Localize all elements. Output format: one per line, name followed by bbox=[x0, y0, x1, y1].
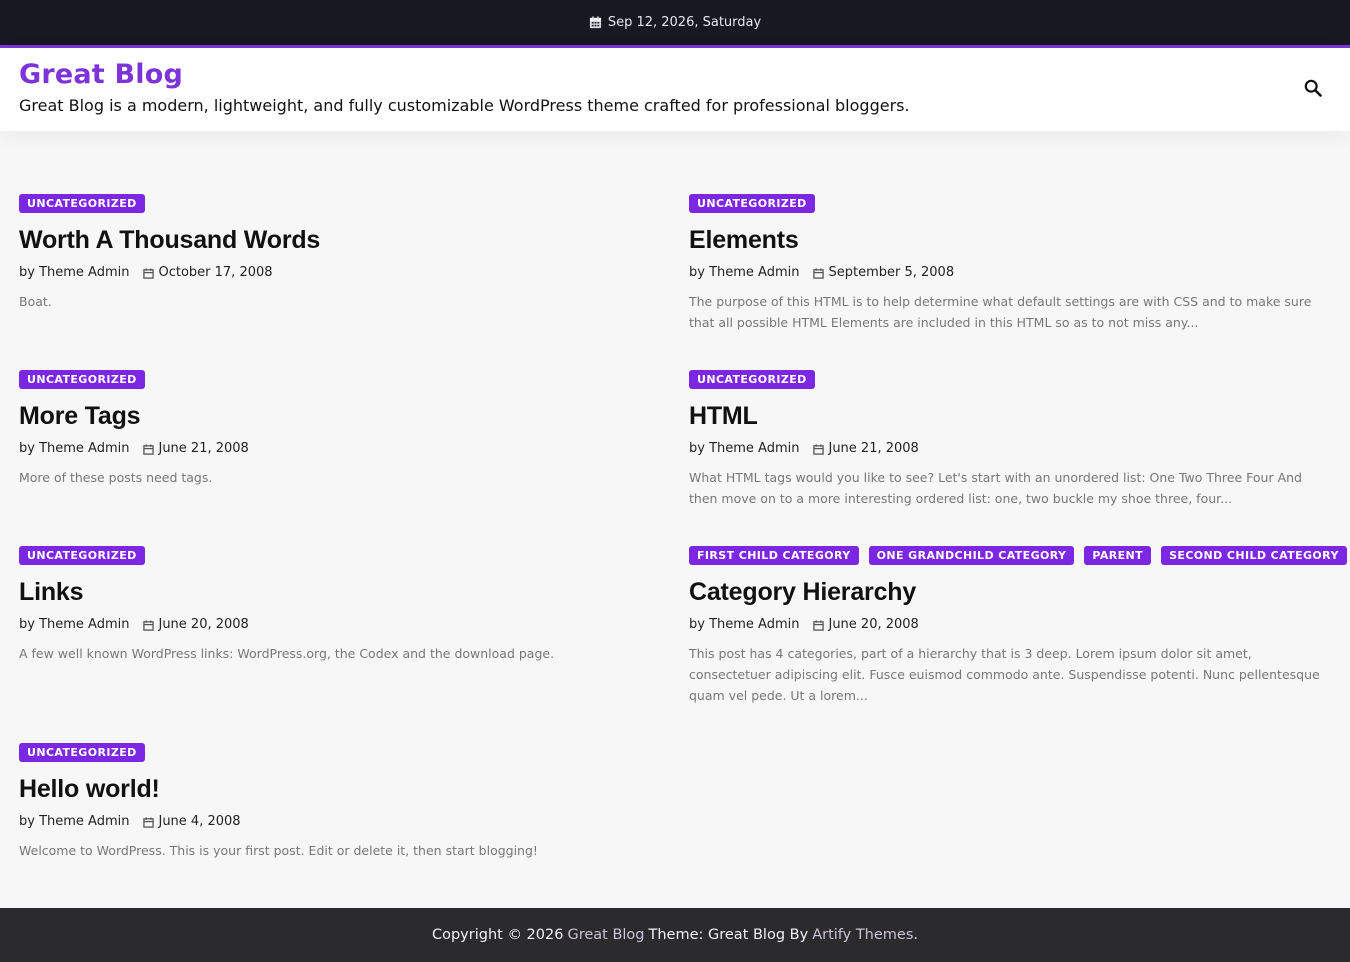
post-author-link[interactable]: by Theme Admin bbox=[19, 265, 129, 281]
post-author-link[interactable]: by Theme Admin bbox=[689, 265, 799, 281]
post-categories: UNCATEGORIZED bbox=[19, 370, 664, 390]
post-excerpt: Boat. bbox=[19, 294, 52, 309]
post-card: UNCATEGORIZED Worth A Thousand Words by Th… bbox=[19, 194, 664, 312]
category-badge[interactable]: UNCATEGORIZED bbox=[689, 194, 815, 213]
search-button[interactable] bbox=[1302, 79, 1324, 101]
category-badge[interactable]: UNCATEGORIZED bbox=[19, 546, 145, 565]
post-title-link[interactable]: More Tags bbox=[19, 401, 664, 431]
post-card: UNCATEGORIZED More Tags by Theme Admin June… bbox=[19, 370, 664, 488]
category-badge[interactable]: UNCATEGORIZED bbox=[19, 370, 145, 389]
post-title-link[interactable]: Worth A Thousand Words bbox=[19, 225, 664, 255]
footer-period: . bbox=[913, 927, 918, 943]
post-author-link[interactable]: by Theme Admin bbox=[689, 441, 799, 457]
post-card: UNCATEGORIZED Links by Theme Admin June 20,… bbox=[19, 546, 664, 664]
calendar-icon bbox=[143, 267, 155, 279]
footer-site-link[interactable]: Great Blog bbox=[567, 927, 644, 943]
calendar-icon bbox=[589, 16, 602, 29]
calendar-icon bbox=[813, 443, 825, 455]
category-badge[interactable]: FIRST CHILD CATEGORY bbox=[689, 546, 859, 565]
post-excerpt: Welcome to WordPress. This is your first… bbox=[19, 843, 538, 858]
post-meta: by Theme Admin June 20, 2008 bbox=[689, 617, 1334, 633]
copyright-text: Copyright © 2026 bbox=[431, 927, 564, 943]
post-date-link[interactable]: June 20, 2008 bbox=[828, 617, 918, 633]
post-author-link[interactable]: by Theme Admin bbox=[19, 814, 129, 830]
post-card: UNCATEGORIZED Hello world! by Theme Admin J… bbox=[19, 743, 664, 861]
post-card: UNCATEGORIZED HTML by Theme Admin June 21, … bbox=[689, 370, 1334, 509]
post-date-link[interactable]: September 5, 2008 bbox=[828, 265, 954, 281]
post-meta: by Theme Admin September 5, 2008 bbox=[689, 265, 1334, 281]
post-date-link[interactable]: June 21, 2008 bbox=[158, 441, 248, 457]
post-excerpt: This post has 4 categories, part of a hi… bbox=[689, 646, 1320, 703]
category-badge[interactable]: UNCATEGORIZED bbox=[19, 194, 145, 213]
post-excerpt: A few well known WordPress links: WordPr… bbox=[19, 646, 555, 661]
post-date-link[interactable]: June 20, 2008 bbox=[158, 617, 248, 633]
calendar-icon bbox=[143, 443, 155, 455]
post-categories: UNCATEGORIZED bbox=[689, 194, 1334, 214]
post-excerpt: More of these posts need tags. bbox=[19, 470, 213, 485]
category-badge[interactable]: PARENT bbox=[1084, 546, 1152, 565]
post-excerpt: What HTML tags would you like to see? Le… bbox=[689, 470, 1302, 506]
post-categories: UNCATEGORIZED bbox=[689, 370, 1334, 390]
post-meta: by Theme Admin June 4, 2008 bbox=[19, 814, 664, 830]
post-date-link[interactable]: October 17, 2008 bbox=[158, 265, 272, 281]
post-author-link[interactable]: by Theme Admin bbox=[689, 617, 799, 633]
post-author-link[interactable]: by Theme Admin bbox=[19, 617, 129, 633]
post-categories: FIRST CHILD CATEGORY ONE GRANDCHILD CATEG… bbox=[689, 546, 1347, 566]
category-badge[interactable]: UNCATEGORIZED bbox=[689, 370, 815, 389]
post-card: FIRST CHILD CATEGORY ONE GRANDCHILD CATEG… bbox=[689, 546, 1347, 706]
post-meta: by Theme Admin June 20, 2008 bbox=[19, 617, 664, 633]
site-title-link[interactable]: Great Blog bbox=[19, 58, 183, 92]
top-bar: Sep 12, 2026, Saturday bbox=[0, 0, 1350, 48]
post-title-link[interactable]: HTML bbox=[689, 401, 1334, 431]
current-date: Sep 12, 2026, Saturday bbox=[607, 15, 762, 30]
category-badge[interactable]: UNCATEGORIZED bbox=[19, 743, 145, 762]
post-categories: UNCATEGORIZED bbox=[19, 194, 664, 214]
footer-author-link[interactable]: Artify Themes bbox=[812, 927, 913, 943]
post-title-link[interactable]: Links bbox=[19, 577, 664, 607]
calendar-icon bbox=[813, 267, 825, 279]
site-footer: Copyright © 2026 Great Blog Theme: Great… bbox=[0, 908, 1350, 962]
calendar-icon bbox=[143, 816, 155, 828]
post-card: UNCATEGORIZED Elements by Theme Admin Septe… bbox=[689, 194, 1334, 333]
category-badge[interactable]: ONE GRANDCHILD CATEGORY bbox=[868, 546, 1075, 565]
post-title-link[interactable]: Elements bbox=[689, 225, 1334, 255]
post-title-link[interactable]: Category Hierarchy bbox=[689, 577, 1334, 607]
theme-credit-text: Theme: Great Blog By bbox=[648, 927, 809, 943]
category-badge[interactable]: SECOND CHILD CATEGORY bbox=[1161, 546, 1347, 565]
post-categories: UNCATEGORIZED bbox=[19, 743, 664, 763]
post-date-link[interactable]: June 21, 2008 bbox=[828, 441, 918, 457]
post-list: UNCATEGORIZED Worth A Thousand Words by Th… bbox=[0, 131, 1350, 907]
post-excerpt: The purpose of this HTML is to help dete… bbox=[689, 294, 1312, 330]
post-title-link[interactable]: Hello world! bbox=[19, 774, 664, 804]
post-date-link[interactable]: June 4, 2008 bbox=[158, 814, 240, 830]
post-meta: by Theme Admin June 21, 2008 bbox=[19, 441, 664, 457]
site-header: Great Blog Great Blog is a modern, light… bbox=[0, 48, 1350, 131]
calendar-icon bbox=[813, 619, 825, 631]
site-description: Great Blog is a modern, lightweight, and… bbox=[19, 96, 910, 115]
post-meta: by Theme Admin June 21, 2008 bbox=[689, 441, 1334, 457]
post-meta: by Theme Admin October 17, 2008 bbox=[19, 265, 664, 281]
search-icon bbox=[1304, 79, 1322, 101]
calendar-icon bbox=[143, 619, 155, 631]
post-categories: UNCATEGORIZED bbox=[19, 546, 664, 566]
post-author-link[interactable]: by Theme Admin bbox=[19, 441, 129, 457]
